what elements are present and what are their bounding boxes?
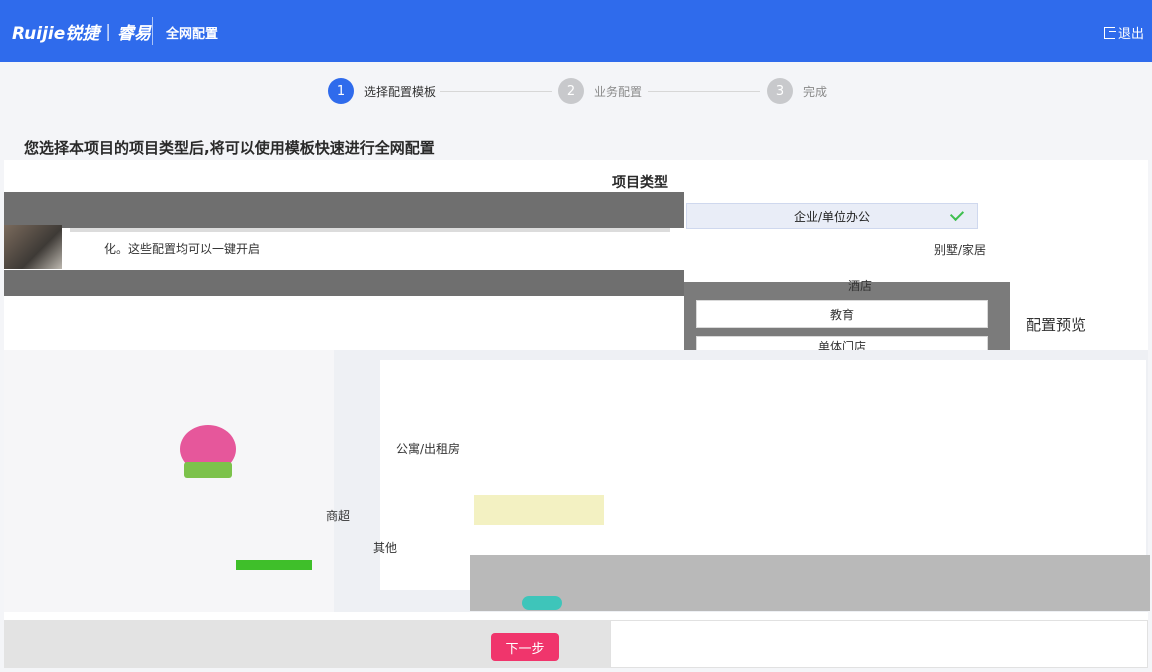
next-step-button[interactable]: 下一步 [491,633,559,661]
step-3-number: 3 [767,78,793,104]
project-type-option-label: 别墅/家居 [933,242,987,257]
hero-description: 化。这些配置均可以一键开启 [104,242,261,256]
step-2-number: 2 [558,78,584,104]
step-2: 2 业务配置 [558,78,642,104]
brand-logo: Ruijie锐捷 | 睿易 [12,19,152,45]
step-connector [648,91,760,92]
project-type-option-label: 教育 [829,307,854,322]
project-type-option[interactable]: 酒店 [780,272,940,298]
step-3: 3 完成 [767,78,827,104]
top-header: Ruijie锐捷 | 睿易 全网配置 退出 [0,0,1152,62]
preview-highlight [474,495,604,525]
preview-green-bar [236,560,312,570]
project-type-option[interactable]: 教育 [696,300,988,328]
brand-separator: | [105,21,112,42]
brand-sub: 睿易 [117,24,152,44]
logout-label: 退出 [1117,27,1144,42]
preview-badge [522,596,562,610]
step-1-number: 1 [328,78,354,104]
project-type-title: 项目类型 [612,175,668,191]
header-divider [152,17,153,45]
page-heading: 您选择本项目的项目类型后,将可以使用模板快速进行全网配置 [24,139,435,157]
project-type-option[interactable]: 商超 [326,507,350,524]
footer-right-panel [610,620,1148,668]
preview-panel-left [4,350,334,612]
preview-panel-right [610,360,1146,560]
brand-name: Ruijie锐捷 [12,24,100,44]
step-connector [440,91,552,92]
logout-icon [1103,26,1116,39]
step-1-label: 选择配置模板 [364,84,437,99]
step-3-label: 完成 [803,84,828,99]
step-1: 1 选择配置模板 [328,78,436,104]
check-icon [949,206,965,222]
step-2-label: 业务配置 [594,84,643,99]
project-type-option[interactable]: 别墅/家居 [880,236,1040,262]
project-type-option[interactable]: 其他 [373,539,397,556]
project-type-option-label: 企业/单位办公 [793,209,871,224]
project-type-option[interactable]: 企业/单位办公 [686,203,978,229]
project-type-option-label: 酒店 [847,278,872,293]
mascot-badge [184,462,232,478]
config-preview-title: 配置预览 [1026,316,1087,334]
nav-title: 全网配置 [166,27,219,42]
logout-button[interactable]: 退出 [1103,23,1144,42]
office-photo [4,225,62,269]
wizard-stepper: 1 选择配置模板 2 业务配置 3 完成 [0,78,1152,106]
project-type-option[interactable]: 公寓/出租房 [396,440,460,457]
hero-divider [70,228,670,232]
preview-footer-block [470,555,1150,611]
